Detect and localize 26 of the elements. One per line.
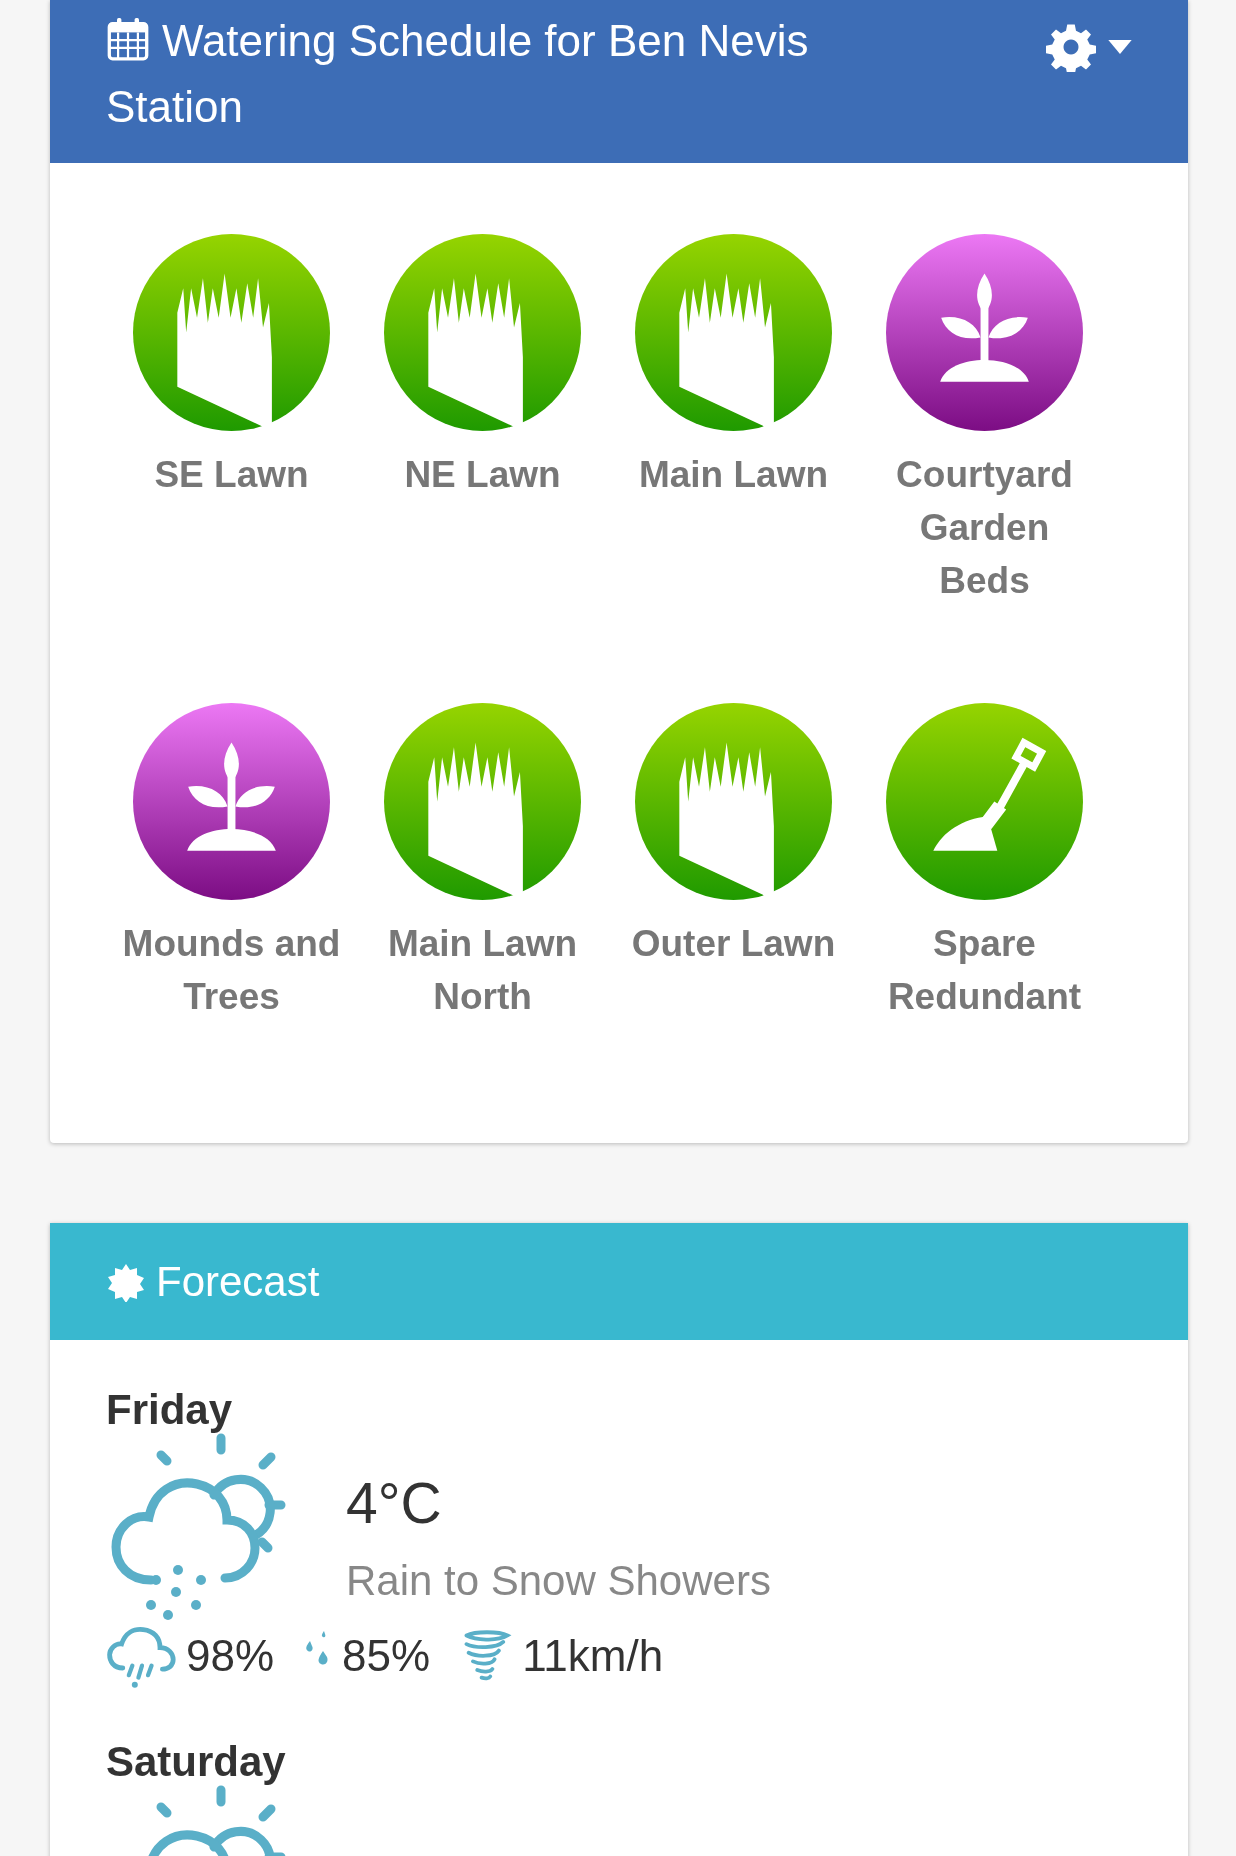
schedule-title: Watering Schedule for Ben Nevis Station xyxy=(106,15,810,133)
zone-button[interactable] xyxy=(886,234,1083,431)
humidity: 85% xyxy=(342,1631,431,1681)
temperature: 4°C xyxy=(346,1470,443,1537)
zone-name: Courtyard Garden Beds xyxy=(895,453,1074,603)
zone-name: Spare Redundant xyxy=(886,922,1083,1019)
settings-dropdown[interactable] xyxy=(1046,22,1132,72)
shovel-icon xyxy=(933,737,1047,851)
zone-name: NE Lawn xyxy=(403,453,562,497)
forecast-title: Forecast xyxy=(156,1257,320,1306)
zone-name: Main Lawn xyxy=(637,453,830,497)
zone-name: Mounds and Trees xyxy=(121,922,342,1019)
settings-icon xyxy=(1046,22,1096,72)
sprout-icon xyxy=(187,742,276,851)
caret-icon xyxy=(1108,40,1132,54)
zone-name: Main Lawn North xyxy=(386,922,579,1019)
wind-speed: 11km/h xyxy=(522,1631,664,1681)
precipitation-chance: 98% xyxy=(186,1631,275,1681)
day-name: Saturday xyxy=(106,1737,287,1787)
day-name: Friday xyxy=(106,1385,234,1435)
weather-summary: Rain to Snow Showers xyxy=(346,1556,771,1606)
zone-button[interactable] xyxy=(133,703,330,900)
zone-name: SE Lawn xyxy=(153,453,310,497)
sprout-icon xyxy=(940,273,1029,382)
calendar-icon xyxy=(106,17,150,61)
zone-name: Outer Lawn xyxy=(630,922,837,966)
